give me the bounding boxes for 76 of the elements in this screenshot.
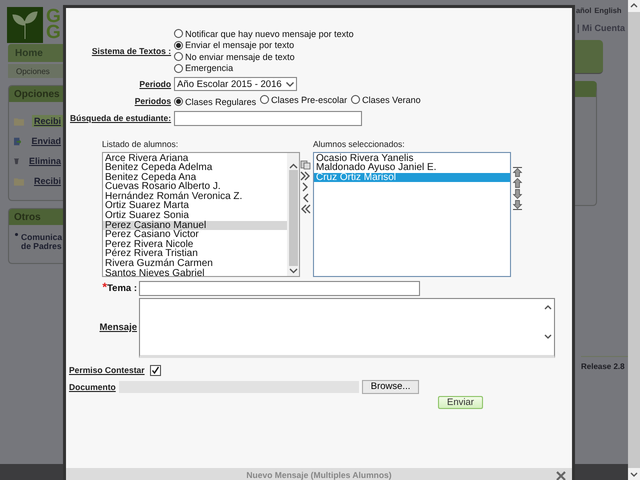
student-item[interactable]: Perez Rivera Nicole bbox=[103, 240, 287, 250]
field-label: Búsqueda de estudiante: bbox=[70, 113, 172, 123]
leaf-logo-icon bbox=[12, 11, 38, 39]
nav-bar bbox=[575, 40, 603, 74]
student-item[interactable]: Perez Casiano Victor bbox=[103, 230, 287, 240]
search-field[interactable] bbox=[174, 110, 362, 126]
up-arrow-icon[interactable] bbox=[512, 178, 523, 188]
student-item[interactable]: Hernández Román Veronica Z. bbox=[103, 192, 287, 202]
field-label: Periodos bbox=[134, 96, 172, 106]
down-arrow-icon[interactable] bbox=[512, 188, 523, 198]
field-label: Permiso Contestar bbox=[69, 365, 145, 375]
field-label: Mensaje bbox=[98, 322, 137, 333]
required-mark: * bbox=[102, 282, 108, 294]
student-list[interactable]: Ocasio Rivera Yanelis Maldonado Ayuso Janiel E. Cruz Ortiz Marisol bbox=[313, 152, 511, 276]
field-label: Sistema de Textos : bbox=[90, 46, 172, 56]
bullet-icon bbox=[15, 233, 18, 236]
menu-link[interactable]: Enviad bbox=[29, 135, 63, 147]
radio-label: Clases Pre-escolar bbox=[271, 94, 348, 105]
menu-link[interactable]: Recibi bbox=[32, 175, 63, 187]
student-list[interactable] bbox=[102, 152, 300, 276]
radio-button[interactable] bbox=[174, 97, 184, 106]
move-bottom-icon[interactable] bbox=[512, 200, 523, 210]
logo-letter: G bbox=[46, 25, 61, 41]
student-item[interactable]: Ocasio Rivera Yanelis bbox=[314, 154, 510, 164]
close-icon[interactable] bbox=[556, 471, 566, 480]
menu-link[interactable]: Comunica de Padres bbox=[21, 233, 62, 251]
chevron-down-icon[interactable] bbox=[288, 268, 298, 274]
browse-button[interactable]: Browse... bbox=[362, 380, 420, 394]
menu-link[interactable]: Recibi bbox=[32, 115, 63, 127]
field-label: Tema : bbox=[107, 282, 137, 294]
student-item[interactable]: Perez Casiano Manuel bbox=[103, 220, 287, 230]
send-button[interactable]: Enviar bbox=[438, 396, 483, 408]
field-label: Documento bbox=[69, 382, 116, 392]
double-chevron-right-icon[interactable] bbox=[300, 170, 311, 180]
period-dropdown[interactable]: Año Escolar 2015 - 2016 bbox=[174, 77, 297, 91]
list-heading: Alumnos seleccionados: bbox=[313, 138, 406, 148]
move-all-icon bbox=[300, 160, 311, 170]
radio-label: Clases Regulares bbox=[185, 96, 256, 107]
radio-button[interactable] bbox=[174, 64, 184, 73]
radio-label: Emergencia bbox=[185, 63, 234, 74]
double-chevron-left-icon[interactable] bbox=[300, 204, 311, 214]
message-field[interactable] bbox=[139, 298, 555, 358]
page-scrollbar[interactable] bbox=[628, 0, 640, 480]
student-item[interactable]: Arce Rivera Ariana bbox=[103, 154, 287, 164]
radio-button[interactable] bbox=[351, 95, 360, 104]
chevron-up-icon[interactable] bbox=[628, 0, 640, 12]
logo-letter: G bbox=[46, 9, 61, 25]
radio-button[interactable] bbox=[260, 95, 270, 104]
student-item[interactable]: Ortiz Suarez Sonia bbox=[103, 211, 287, 221]
move-top-icon[interactable] bbox=[512, 166, 523, 176]
caret-icon bbox=[286, 82, 294, 86]
field-label: Periodo bbox=[138, 79, 172, 89]
menu-link[interactable]: Elimina bbox=[26, 155, 63, 167]
trash-icon bbox=[14, 156, 19, 166]
radio-label: Clases Verano bbox=[362, 94, 421, 105]
chevron-up-icon[interactable] bbox=[288, 162, 298, 168]
radio-button[interactable] bbox=[174, 52, 184, 62]
scrollbar[interactable] bbox=[287, 152, 299, 276]
student-item[interactable]: Ortiz Suarez Marta bbox=[103, 201, 287, 212]
radio-button[interactable] bbox=[174, 29, 184, 38]
student-item[interactable]: Santos Nieves Gabriel bbox=[103, 268, 287, 276]
checkbox[interactable] bbox=[150, 364, 161, 376]
student-item[interactable]: Benitez Cepeda Adelma bbox=[103, 163, 287, 173]
student-item[interactable]: Rivera Guzmán Carmen bbox=[103, 259, 287, 269]
student-item[interactable]: Cuevas Rosario Alberto J. bbox=[103, 182, 287, 192]
chevron-down-icon[interactable] bbox=[628, 468, 640, 480]
student-item[interactable]: Pérez Rivera Tristian bbox=[103, 249, 287, 260]
radio-label: No enviar mensaje de texto bbox=[185, 52, 295, 62]
student-item[interactable]: Maldonado Ayuso Janiel E. bbox=[314, 163, 510, 173]
radio-label: Enviar el mensaje por texto bbox=[185, 40, 294, 50]
subject-field[interactable] bbox=[139, 280, 420, 296]
dialog-title: Nuevo Mensaje (Multiples Alumnos) bbox=[246, 470, 392, 480]
list-heading: Listado de alumnos: bbox=[102, 138, 180, 148]
student-item[interactable]: Benitez Cepeda Ana bbox=[103, 172, 287, 182]
radio-label: Notificar que hay nuevo mensaje por texto bbox=[185, 28, 354, 39]
radio-button[interactable] bbox=[174, 40, 184, 50]
